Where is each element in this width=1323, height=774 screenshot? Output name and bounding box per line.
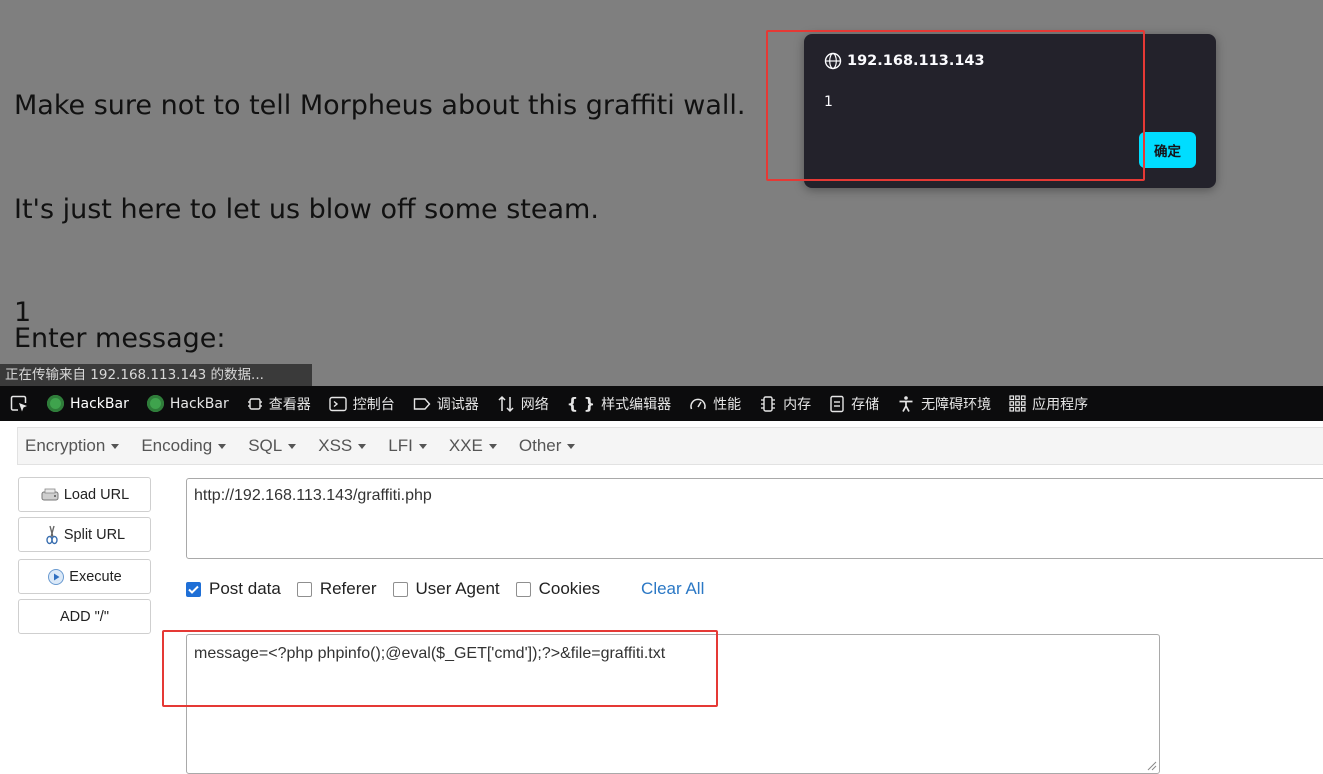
caret-down-icon <box>111 443 120 449</box>
post-data-label: Post data <box>209 579 281 598</box>
url-input[interactable]: http://192.168.113.143/graffiti.php <box>186 478 1323 559</box>
add-slash-button[interactable]: ADD "/" <box>18 599 151 634</box>
tab-label: 控制台 <box>352 396 395 413</box>
caret-down-icon <box>218 443 227 449</box>
tab-network[interactable]: 网络 <box>488 386 558 421</box>
tab-label: 样式编辑器 <box>601 396 672 413</box>
option-post-data[interactable]: Post data <box>186 579 281 599</box>
menu-encoding[interactable]: Encoding <box>134 436 236 456</box>
tab-label: 内存 <box>783 396 812 413</box>
element-picker-button[interactable] <box>0 386 38 421</box>
hackbar-menubar: Encryption Encoding SQL XSS LFI XXE Othe… <box>17 427 1323 465</box>
inspector-icon <box>247 397 262 410</box>
storage-icon <box>830 395 844 412</box>
tab-debugger[interactable]: 调试器 <box>404 386 488 421</box>
tab-style-editor[interactable]: { } 样式编辑器 <box>558 386 680 421</box>
devtools-tabbar: HackBar HackBar 查看器 控制台 调试器 网络 { } 样式编辑器 <box>0 386 1323 421</box>
element-picker-icon <box>10 395 27 411</box>
hackbar-logo-icon <box>47 395 64 412</box>
tab-hackbar[interactable]: HackBar <box>138 386 238 421</box>
menu-xxe[interactable]: XXE <box>442 436 507 456</box>
load-url-button[interactable]: Load URL <box>18 477 151 512</box>
cookies-label: Cookies <box>538 579 601 598</box>
memory-icon <box>761 395 776 412</box>
option-user-agent[interactable]: User Agent <box>392 579 500 599</box>
tab-application[interactable]: 应用程序 <box>1000 386 1097 421</box>
caret-down-icon <box>288 443 297 449</box>
hackbar-logo-icon <box>146 395 164 412</box>
post-data-checkbox[interactable] <box>186 581 201 597</box>
highlight-box-post-data <box>162 630 718 707</box>
menu-xss[interactable]: XSS <box>311 436 376 456</box>
caret-down-icon <box>358 443 367 449</box>
tab-accessibility[interactable]: 无障碍环境 <box>888 386 1000 421</box>
request-options: Post data Referer User Agent Cookies Cle… <box>186 579 704 599</box>
tab-console[interactable]: 控制台 <box>320 386 404 421</box>
tab-label: 性能 <box>713 396 742 413</box>
tab-inspector[interactable]: 查看器 <box>238 386 320 421</box>
tab-label: 网络 <box>520 396 549 413</box>
application-icon <box>1009 395 1026 412</box>
page-content: Make sure not to tell Morpheus about thi… <box>0 0 1323 386</box>
tab-label: 无障碍环境 <box>921 396 992 413</box>
caret-down-icon <box>488 443 497 449</box>
tab-label: HackBar <box>70 395 129 412</box>
performance-icon <box>690 398 706 409</box>
hackbar-panel: Encryption Encoding SQL XSS LFI XXE Othe… <box>0 421 1323 774</box>
play-icon <box>48 568 65 585</box>
resize-grip-icon[interactable] <box>1145 759 1157 771</box>
status-bar: 正在传输来自 192.168.113.143 的数据... <box>0 364 312 386</box>
user-agent-label: User Agent <box>415 579 500 598</box>
menu-other[interactable]: Other <box>512 436 586 456</box>
option-cookies[interactable]: Cookies <box>515 579 601 599</box>
page-line: Make sure not to tell Morpheus about thi… <box>14 90 746 121</box>
page-line: It's just here to let us blow off some s… <box>14 193 599 225</box>
caret-down-icon <box>567 443 576 449</box>
style-editor-icon: { } <box>566 394 596 413</box>
menu-sql[interactable]: SQL <box>241 436 306 456</box>
alert-ok-button[interactable]: 确定 <box>1139 132 1196 168</box>
clear-all-link[interactable]: Clear All <box>641 579 704 599</box>
menu-lfi[interactable]: LFI <box>381 436 437 456</box>
referer-checkbox[interactable] <box>296 581 312 597</box>
tab-hackbar-active[interactable]: HackBar <box>38 386 138 421</box>
tab-memory[interactable]: 内存 <box>750 386 820 421</box>
tab-label: 应用程序 <box>1032 396 1089 413</box>
tab-label: 查看器 <box>268 396 311 413</box>
menu-encryption[interactable]: Encryption <box>18 436 129 456</box>
caret-down-icon <box>418 443 427 449</box>
tab-label: HackBar <box>169 395 229 412</box>
tab-storage[interactable]: 存储 <box>820 386 888 421</box>
split-url-button[interactable]: Split URL <box>18 517 151 552</box>
user-agent-checkbox[interactable] <box>392 581 408 597</box>
network-icon <box>498 395 514 412</box>
console-icon <box>329 396 347 411</box>
referer-label: Referer <box>319 579 377 598</box>
execute-button[interactable]: Execute <box>18 559 151 594</box>
tab-label: 存储 <box>851 396 880 413</box>
highlight-box-alert <box>766 30 1145 181</box>
option-referer[interactable]: Referer <box>296 579 377 599</box>
tab-performance[interactable]: 性能 <box>680 386 750 421</box>
debugger-icon <box>413 397 431 410</box>
enter-message-label: Enter message: <box>14 323 226 354</box>
accessibility-icon <box>899 395 913 412</box>
scissors-icon <box>46 525 58 544</box>
tab-label: 调试器 <box>436 396 479 413</box>
load-url-icon <box>41 488 59 500</box>
cookies-checkbox[interactable] <box>515 581 531 597</box>
checkmark-icon <box>188 585 199 594</box>
